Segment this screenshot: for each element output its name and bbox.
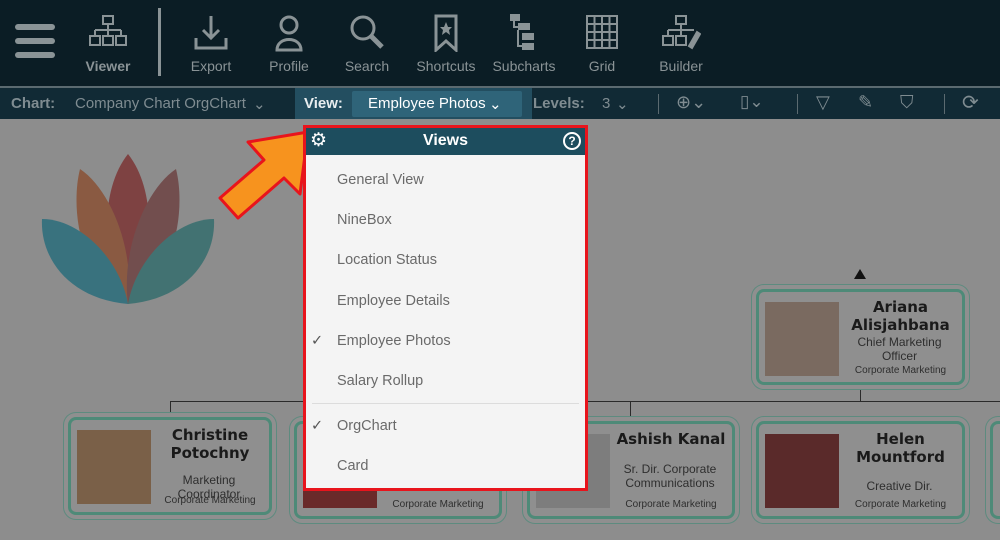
menu-item-orgchart[interactable]: ✓ OrgChart [306,406,585,446]
employee-card[interactable]: Ariana Alisjahbana Chief Marketing Offic… [756,289,965,385]
divider [658,94,659,114]
toolbar-profile[interactable]: Profile [249,14,329,74]
view-label: View: [304,95,343,112]
chevron-down-icon: ⌄ [489,96,502,113]
subcharts-icon [510,14,534,50]
builder-icon [662,15,701,50]
toolbar-grid[interactable]: Grid [562,14,642,74]
hamburger-menu-button[interactable] [15,24,55,58]
employee-card[interactable]: Christine Potochny Marketing Coordinator… [68,417,272,515]
chart-options-bar: Chart: Company Chart OrgChart ⌄ View: Emp… [0,86,1000,119]
employee-photo [77,430,151,504]
toolbar-search[interactable]: Search [327,14,407,74]
refresh-icon[interactable]: ⟳ [962,90,979,115]
toolbar-subcharts[interactable]: Subcharts [484,14,564,74]
chevron-down-icon: ⌄ [616,96,629,113]
toolbar-divider [158,8,161,76]
menu-divider [312,403,579,405]
levels-label: Levels: [533,95,585,112]
toolbar-viewer[interactable]: Viewer [68,14,148,74]
connector [170,401,171,417]
checkmark-icon: ✓ [311,418,324,435]
divider [797,94,798,114]
filter-icon[interactable]: ▽ [816,92,830,113]
employee-card[interactable] [990,421,1000,519]
gear-icon[interactable]: ⚙ [310,128,327,154]
menu-item-salary-rollup[interactable]: Salary Rollup [306,361,585,401]
org-chart-icon [89,15,127,46]
toolbar-builder[interactable]: Builder [641,14,721,74]
bookmark-star-icon [434,14,458,52]
chart-dropdown[interactable]: Company Chart OrgChart [75,95,246,112]
checkmark-icon: ✓ [311,332,324,349]
download-icon [194,16,228,50]
main-toolbar: Viewer Export Profile Search Shortcuts S… [0,0,1000,86]
employee-card[interactable]: Helen Mountford Creative Dir. Corporate … [756,421,965,519]
page-icon[interactable]: ▯⌄ [740,92,764,112]
theme-shirt-icon[interactable]: ⛉ [900,92,914,113]
menu-item-card[interactable]: Card [306,446,585,486]
collapse-arrow-icon[interactable] [854,269,866,279]
toolbar-shortcuts[interactable]: Shortcuts [406,14,486,74]
menu-item-employee-photos[interactable]: ✓ Employee Photos [306,321,585,361]
menu-item-employee-details[interactable]: Employee Details [306,281,585,321]
highlight-pen-icon[interactable]: ✎ [858,92,873,113]
toolbar-export[interactable]: Export [171,14,251,74]
employee-photo [765,302,839,376]
zoom-in-icon[interactable]: ⊕⌄ [676,92,706,113]
chart-label: Chart: [11,95,56,112]
divider [944,94,945,114]
view-value[interactable]: Employee Photos [368,95,486,112]
chevron-down-icon: ⌄ [253,96,266,113]
employee-photo [765,434,839,508]
help-icon[interactable]: ? [563,132,581,150]
company-logo [41,154,215,304]
grid-icon [586,15,618,49]
levels-dropdown[interactable]: 3 [602,95,610,112]
menu-item-location-status[interactable]: Location Status [306,240,585,280]
connector [860,386,861,402]
menu-item-general-view[interactable]: General View [306,160,585,200]
pointer-arrow [218,130,310,220]
views-menu-header: ⚙ Views ? [306,128,585,155]
search-icon [350,15,384,49]
views-menu: ⚙ Views ? General View NineBox Location … [303,125,588,491]
connector [630,401,631,417]
person-icon [275,15,303,52]
menu-item-ninebox[interactable]: NineBox [306,200,585,240]
